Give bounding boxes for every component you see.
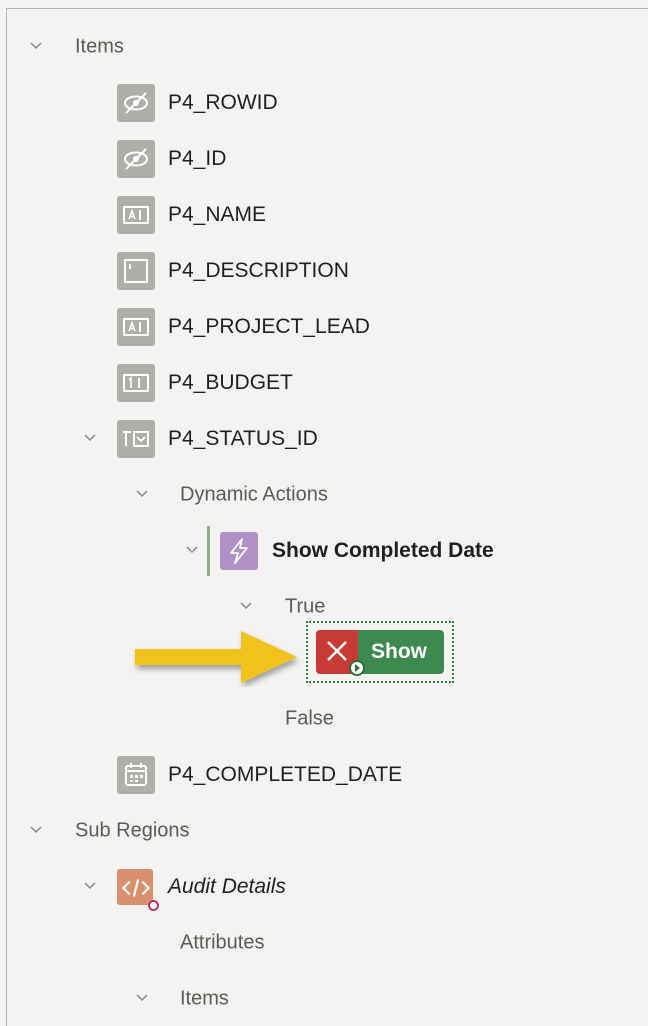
- true-action-show[interactable]: Show: [306, 621, 454, 683]
- tree-item-label: P4_COMPLETED_DATE: [168, 763, 403, 786]
- tree-item-p4-budget[interactable]: P4_BUDGET: [7, 363, 647, 403]
- textarea-icon: [117, 252, 155, 290]
- tree-item-label: P4_NAME: [168, 203, 267, 226]
- text-field-icon: [117, 196, 155, 234]
- number-field-icon: [117, 364, 155, 402]
- lightning-icon: [220, 532, 258, 570]
- select-list-icon: [117, 420, 155, 458]
- tree-item-p4-name[interactable]: P4_NAME: [7, 195, 647, 235]
- show-action-button[interactable]: Show: [316, 630, 444, 676]
- tree-group-label: True: [285, 595, 326, 618]
- play-circle-icon: [349, 660, 365, 676]
- tree-item-label: P4_ROWID: [168, 91, 278, 114]
- tree-node-sub-regions[interactable]: Sub Regions: [7, 811, 647, 851]
- tree-group-label: Dynamic Actions: [180, 483, 328, 506]
- code-region-icon: [117, 869, 159, 911]
- tree-item-label: P4_STATUS_ID: [168, 427, 318, 450]
- tree-node-attributes[interactable]: Attributes: [7, 923, 647, 963]
- chevron-down-icon[interactable]: [135, 991, 149, 1005]
- status-badge: [148, 900, 159, 911]
- tree-group-label: False: [285, 707, 334, 730]
- chevron-down-icon[interactable]: [83, 879, 97, 893]
- date-picker-icon: [117, 756, 155, 794]
- action-label: Show: [371, 640, 427, 663]
- chevron-down-icon[interactable]: [239, 599, 253, 613]
- chevron-down-icon[interactable]: [29, 823, 43, 837]
- tree-item-label: P4_DESCRIPTION: [168, 259, 349, 282]
- tree-node-dynamic-actions[interactable]: Dynamic Actions: [7, 475, 647, 515]
- hidden-item-icon: [117, 140, 155, 178]
- tree-item-label: P4_BUDGET: [168, 371, 293, 394]
- hidden-item-icon: [117, 84, 155, 122]
- tree-node-audit-details[interactable]: Audit Details: [7, 867, 647, 911]
- chevron-down-icon[interactable]: [135, 487, 149, 501]
- tree-item-p4-description[interactable]: P4_DESCRIPTION: [7, 251, 647, 291]
- tree-item-p4-status-id[interactable]: P4_STATUS_ID: [7, 419, 647, 459]
- rendering-tree-panel: Items P4_ROWID P4_ID P4_NAME P4_DESCRIPT…: [6, 8, 648, 1026]
- tree-node-show-completed-date[interactable]: Show Completed Date: [7, 526, 647, 576]
- chevron-down-icon[interactable]: [83, 431, 97, 445]
- chevron-down-icon[interactable]: [185, 543, 199, 557]
- tree-item-p4-rowid[interactable]: P4_ROWID: [7, 83, 647, 123]
- tree-node-sub-items[interactable]: Items: [7, 979, 647, 1019]
- tree-item-p4-id[interactable]: P4_ID: [7, 139, 647, 179]
- text-field-icon: [117, 308, 155, 346]
- selection-indicator: [207, 526, 210, 576]
- region-label: Audit Details: [168, 875, 286, 898]
- tree-item-label: P4_ID: [168, 147, 227, 170]
- tree-group-label: Items: [180, 987, 229, 1010]
- tree-group-label: Attributes: [180, 931, 265, 954]
- chevron-down-icon[interactable]: [29, 39, 43, 53]
- tree-node-items[interactable]: Items: [7, 27, 647, 67]
- arrow-right-icon: [135, 631, 297, 683]
- tree-node-false[interactable]: False: [7, 699, 647, 739]
- tree-item-p4-project-lead[interactable]: P4_PROJECT_LEAD: [7, 307, 647, 347]
- tree-item-label: P4_PROJECT_LEAD: [168, 315, 370, 338]
- dynamic-action-label: Show Completed Date: [272, 539, 494, 562]
- tree-group-label: Items: [75, 35, 124, 58]
- tree-item-p4-completed-date[interactable]: P4_COMPLETED_DATE: [7, 755, 647, 795]
- tree-group-label: Sub Regions: [75, 819, 190, 842]
